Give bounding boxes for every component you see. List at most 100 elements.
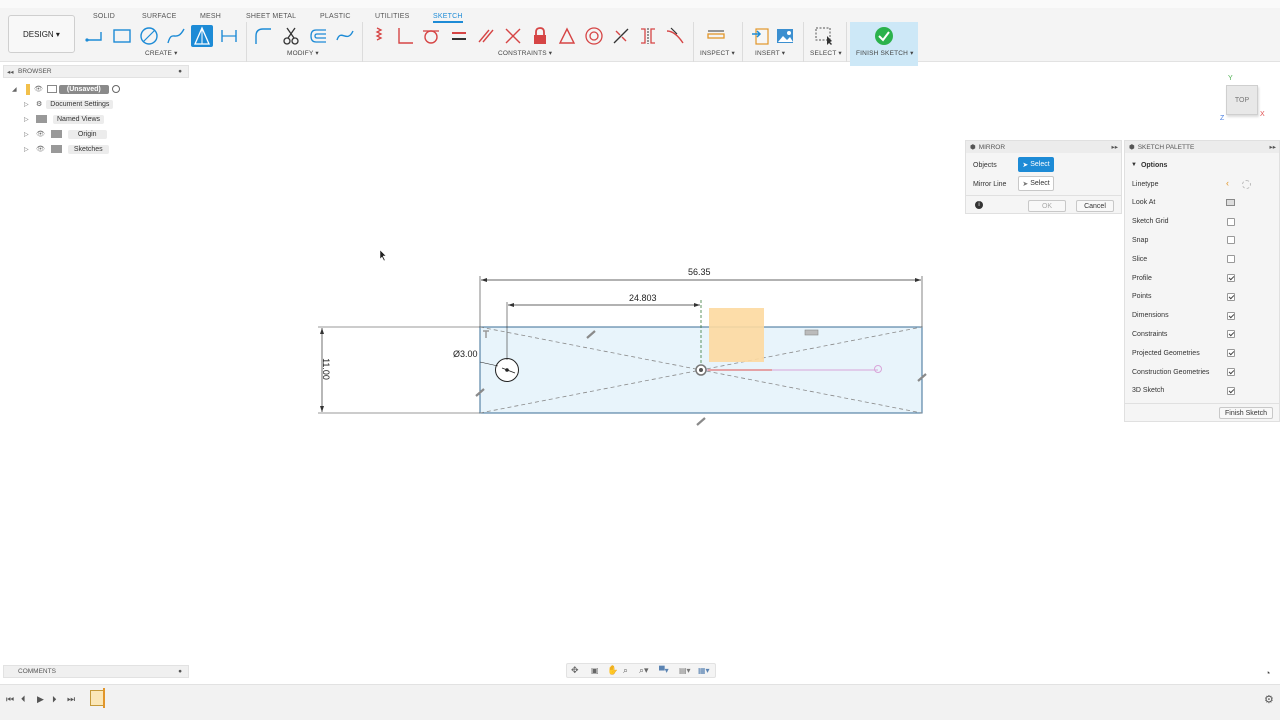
insert-dxf-icon[interactable] — [749, 25, 771, 47]
timeline-settings-gear-icon[interactable]: ⚙ — [1264, 693, 1274, 706]
tab-mesh[interactable]: MESH — [200, 11, 221, 23]
modify-menu[interactable]: MODIFY ▾ — [287, 49, 319, 57]
timeline-sketch-feature-icon[interactable] — [90, 690, 104, 706]
center-point[interactable] — [695, 364, 707, 376]
display-settings-icon[interactable]: ▀▾ — [659, 666, 669, 675]
look-at-icon[interactable] — [1226, 198, 1235, 206]
play-icon[interactable]: ▶ — [37, 694, 44, 705]
centerline-linetype-icon[interactable] — [1242, 180, 1251, 189]
constraints-menu[interactable]: CONSTRAINTS ▾ — [498, 49, 552, 57]
select-window-icon[interactable] — [813, 25, 835, 47]
offset-tool-icon[interactable] — [307, 25, 329, 47]
sketch-canvas[interactable] — [0, 0, 1280, 720]
insert-canvas-icon[interactable] — [774, 25, 796, 47]
palette-option-checkbox[interactable] — [1227, 330, 1235, 339]
viewports-icon[interactable]: ▦▾ — [698, 666, 710, 675]
modify-spline-icon[interactable] — [334, 25, 356, 47]
parallel-constraint-icon[interactable] — [475, 25, 497, 47]
tab-utilities[interactable]: UTILITIES — [375, 11, 409, 23]
inspect-menu[interactable]: INSPECT ▾ — [700, 49, 735, 57]
curvature-constraint-icon[interactable] — [664, 25, 686, 47]
profile-highlight[interactable] — [709, 308, 764, 362]
construction-line[interactable] — [479, 326, 923, 414]
hole-circle[interactable] — [495, 358, 519, 382]
activate-radio-icon[interactable] — [111, 85, 120, 93]
tab-sketch[interactable]: SKETCH — [433, 11, 463, 23]
equal-constraint-icon[interactable] — [448, 25, 470, 47]
fix-constraint-icon[interactable] — [529, 25, 551, 47]
expand-arrow-icon[interactable]: ▷ — [24, 131, 36, 138]
eye-icon[interactable]: 👁 — [34, 85, 43, 93]
dimension-partial-label[interactable]: 24.803 — [629, 293, 657, 303]
eye-icon[interactable]: 👁 — [36, 130, 45, 138]
perpendicular-constraint-icon[interactable] — [394, 25, 416, 47]
tree-item-named-views[interactable]: ▷ Named Views — [24, 113, 105, 125]
line-tool-icon[interactable] — [84, 25, 106, 47]
create-menu[interactable]: CREATE ▾ — [145, 49, 178, 57]
tab-solid[interactable]: SOLID — [93, 11, 115, 23]
expand-panel-icon[interactable]: ▸▸ — [1111, 143, 1118, 151]
dimension-diameter-label[interactable]: Ø3.00 — [453, 349, 478, 359]
look-at-icon[interactable]: ▣ — [591, 666, 599, 675]
fillet-tool-icon[interactable] — [252, 25, 274, 47]
tangent-constraint-icon[interactable] — [420, 25, 442, 47]
palette-option-checkbox[interactable] — [1227, 311, 1235, 320]
dimension-height[interactable] — [318, 326, 480, 414]
palette-toggle-icon[interactable]: ⬢ — [1129, 143, 1135, 151]
step-forward-icon[interactable]: ⏵ — [52, 694, 57, 705]
trim-tool-icon[interactable] — [280, 25, 302, 47]
step-back-icon[interactable]: ⏴ — [21, 694, 26, 705]
browser-header[interactable]: ◂◂ BROWSER ● — [3, 65, 189, 78]
panel-pin-icon[interactable]: ● — [178, 668, 182, 675]
collapse-arrow-icon[interactable]: ◂◂ — [7, 68, 14, 76]
palette-option-checkbox[interactable] — [1227, 217, 1235, 226]
construction-line[interactable] — [479, 326, 923, 414]
dialog-toggle-icon[interactable]: ⬢ — [970, 143, 976, 151]
timeline-marker[interactable] — [103, 688, 105, 708]
rectangle-tool-icon[interactable] — [111, 25, 133, 47]
objects-select-button[interactable]: ➤ Select — [1018, 157, 1054, 172]
coincident-constraint-icon[interactable] — [368, 25, 390, 47]
dimension-total[interactable] — [479, 276, 923, 327]
sketch-rectangle[interactable] — [479, 326, 923, 414]
mirror-line-select-button[interactable]: ➤ Select — [1018, 176, 1054, 191]
pan-icon[interactable]: ✋ — [607, 665, 618, 676]
measure-tool-icon[interactable] — [705, 25, 727, 47]
expand-arrow-icon[interactable]: ▷ — [24, 146, 36, 153]
dimension-tool-icon[interactable] — [218, 25, 240, 47]
sketch-palette-header[interactable]: ⬢ SKETCH PALETTE ▸▸ — [1125, 141, 1279, 153]
spline-tool-icon[interactable] — [165, 25, 187, 47]
mirror-constraint-icon[interactable] — [637, 25, 659, 47]
cancel-button[interactable]: Cancel — [1076, 200, 1114, 212]
palette-option-checkbox[interactable] — [1227, 349, 1235, 358]
perpendicular-constraint-glyph[interactable] — [483, 330, 489, 338]
comments-header[interactable]: COMMENTS ● — [3, 665, 189, 678]
construction-linetype-icon[interactable]: ‹ — [1226, 178, 1229, 188]
insert-menu[interactable]: INSERT ▾ — [755, 49, 785, 57]
finish-sketch-label[interactable]: FINISH SKETCH ▾ — [856, 49, 914, 57]
tab-plastic[interactable]: PLASTIC — [320, 11, 351, 23]
dimension-total-label[interactable]: 56.35 — [688, 267, 711, 277]
symmetry-constraint-icon[interactable] — [610, 25, 632, 47]
zoom-icon[interactable]: ⌕ — [623, 665, 628, 676]
tree-item-origin[interactable]: ▷ 👁 Origin — [24, 128, 107, 140]
sketch-point[interactable] — [874, 365, 882, 373]
palette-option-checkbox[interactable] — [1227, 368, 1235, 376]
circle-tool-icon[interactable] — [138, 25, 160, 47]
info-icon[interactable]: i — [975, 201, 983, 209]
viewcube[interactable]: Y TOP X Z — [1216, 75, 1272, 125]
expand-arrow-icon[interactable]: ▷ — [24, 101, 36, 108]
tab-surface[interactable]: SURFACE — [142, 11, 176, 23]
palette-option-checkbox[interactable] — [1227, 255, 1235, 264]
palette-option-checkbox[interactable] — [1227, 292, 1235, 301]
go-to-start-icon[interactable]: ⏮ — [6, 694, 14, 705]
tree-item-sketches[interactable]: ▷ 👁 Sketches — [24, 143, 109, 155]
midpoint-constraint-icon[interactable] — [556, 25, 578, 47]
tab-sheet-metal[interactable]: SHEET METAL — [246, 11, 296, 23]
dimension-partial[interactable] — [506, 302, 700, 360]
finish-sketch-button[interactable] — [850, 22, 918, 66]
grid-settings-icon[interactable]: ▤▾ — [679, 666, 691, 675]
expand-arrow-icon[interactable]: ▷ — [24, 116, 36, 123]
orbit-icon[interactable]: ✥ — [571, 665, 579, 676]
construction-tool-icon[interactable] — [191, 25, 213, 47]
